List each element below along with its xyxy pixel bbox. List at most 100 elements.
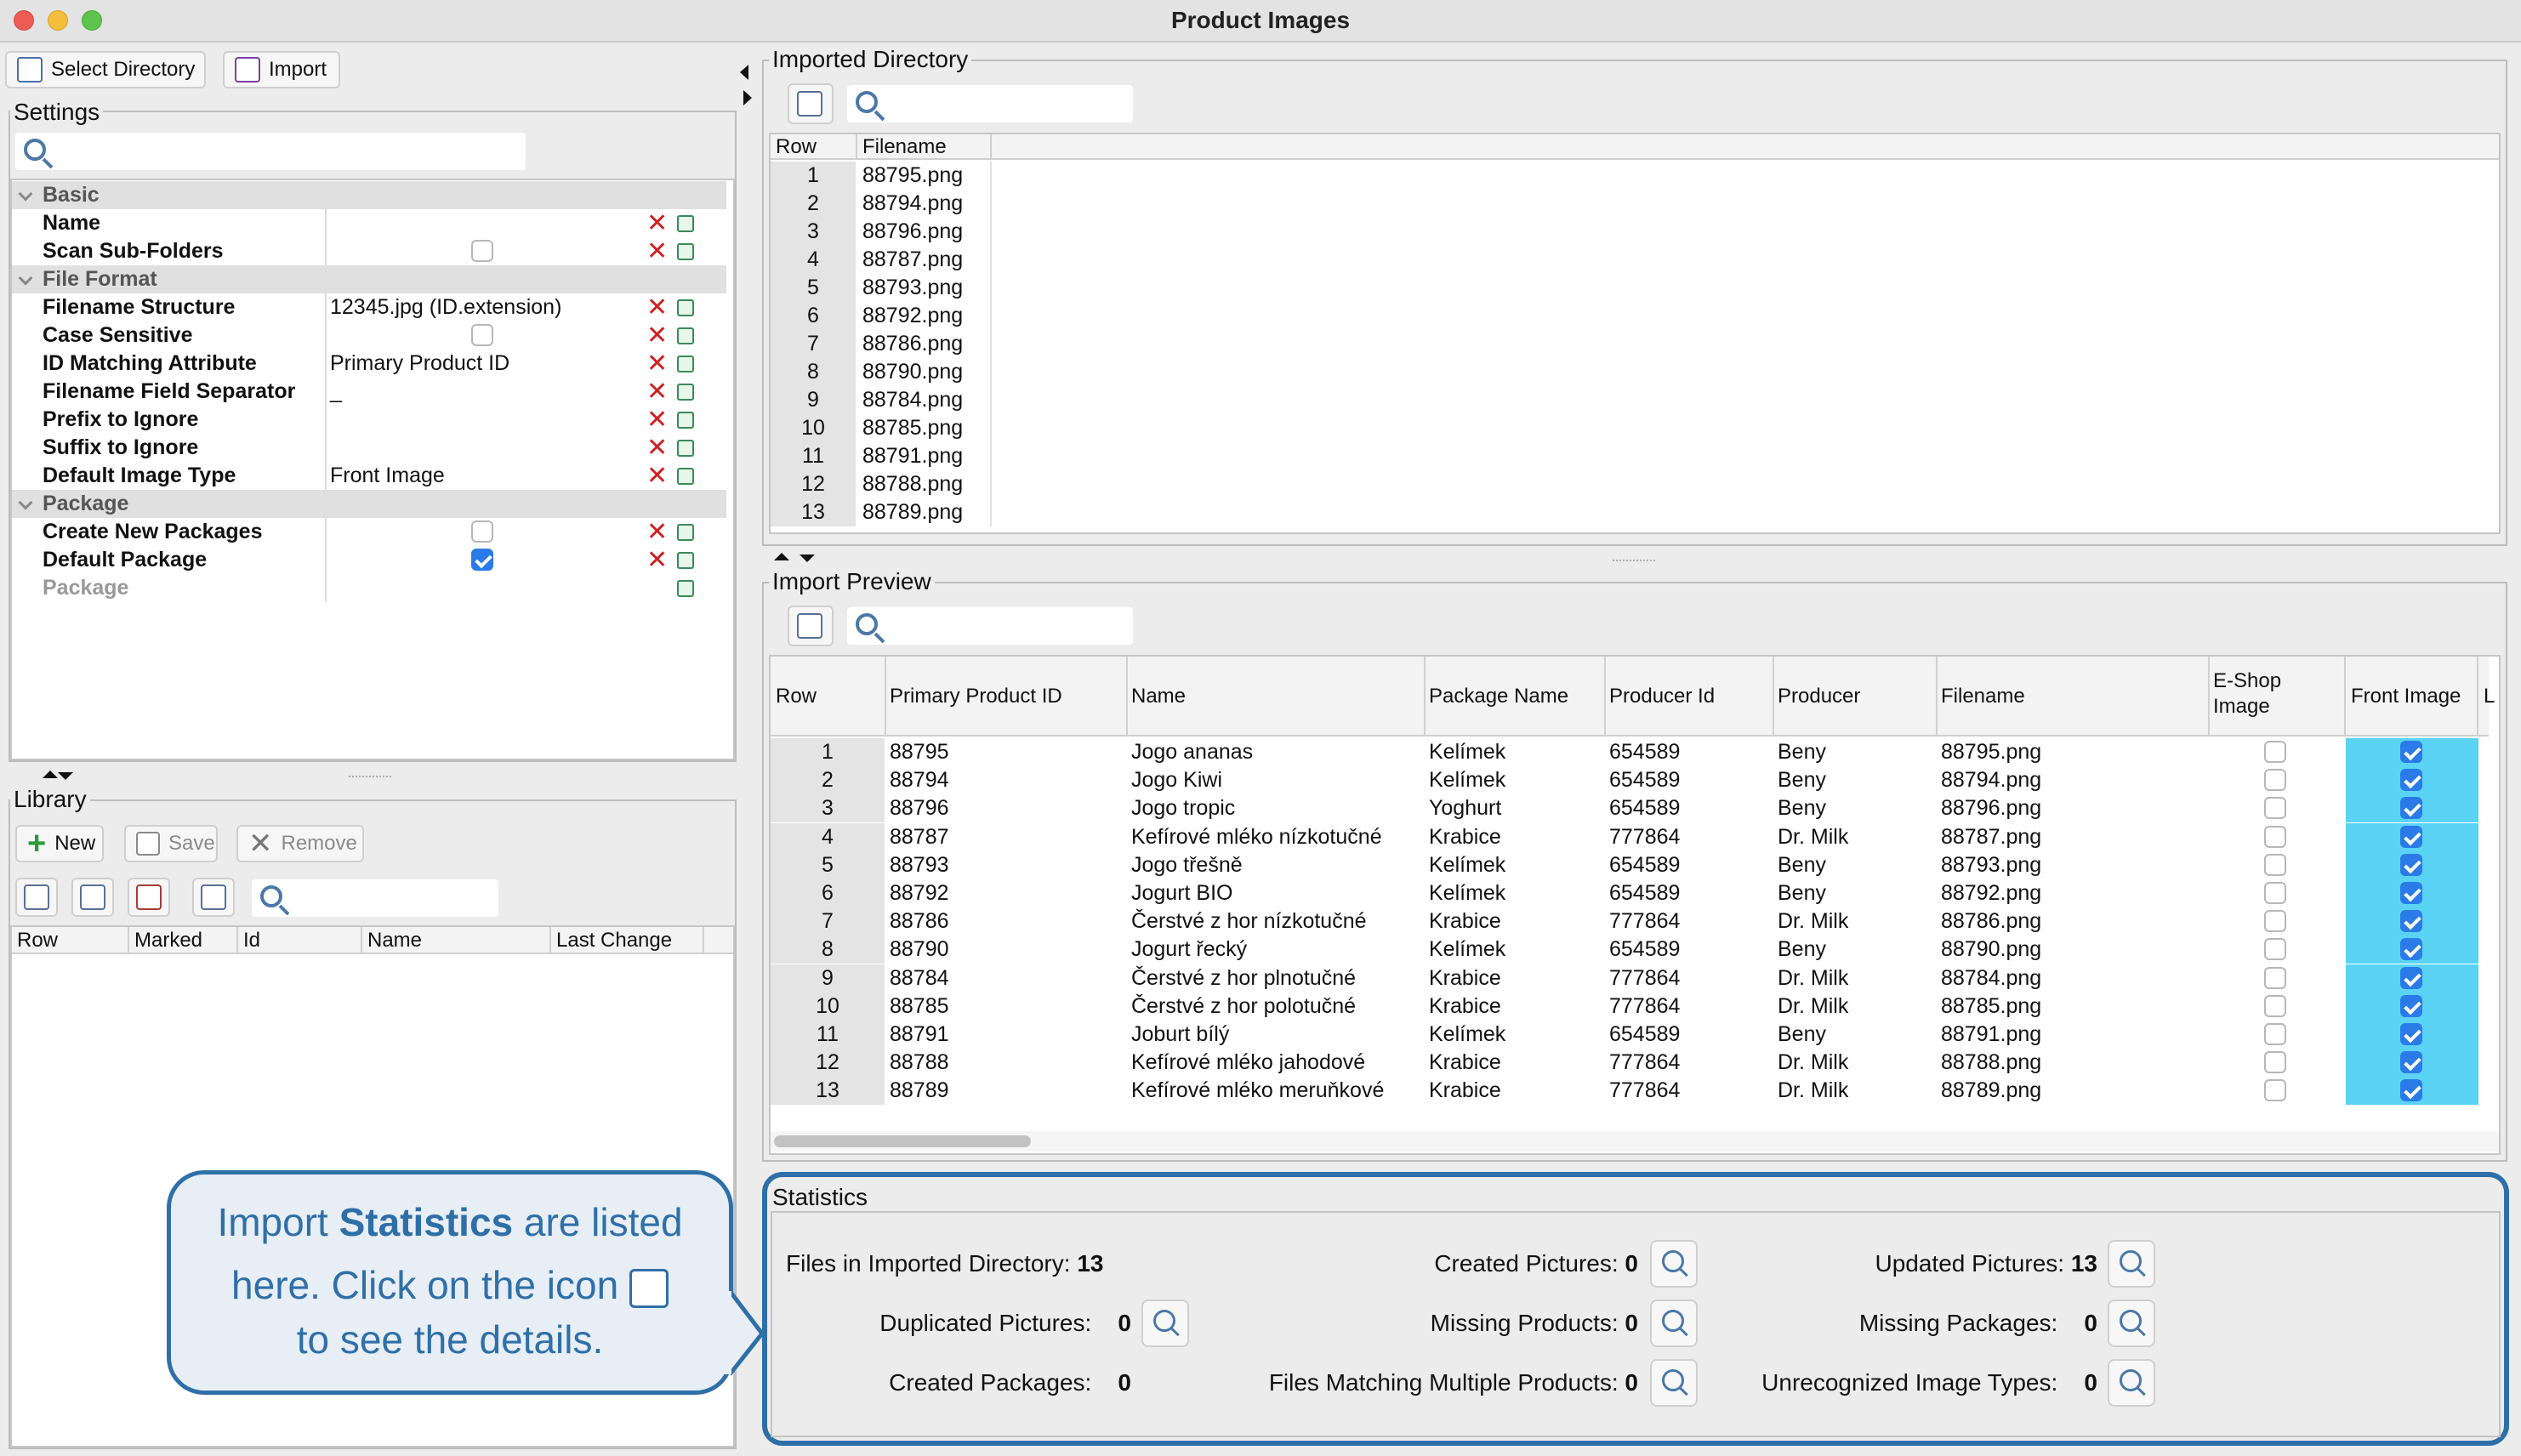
setting-row-default-image-type[interactable]: Default Image Type Front Image xyxy=(12,462,726,490)
eshop-image-checkbox[interactable] xyxy=(2264,966,2286,989)
imported-directory-search-input[interactable] xyxy=(847,85,1133,122)
front-image-checkbox[interactable] xyxy=(2400,1023,2422,1045)
preview-col-e-shop-image[interactable]: E-Shop Image xyxy=(2213,668,2281,719)
table-row[interactable]: 10 88785 Čerstvé z hor polotučné Krabice 777… xyxy=(771,992,2489,1021)
table-row[interactable]: 1 88795 Jogo ananas Kelímek 654589 Beny 88795.… xyxy=(771,738,2489,766)
column-divider[interactable] xyxy=(885,657,886,737)
edit-value-icon[interactable] xyxy=(677,299,694,316)
setting-row-create-new-packages[interactable]: Create New Packages xyxy=(12,518,726,546)
front-image-checkbox[interactable] xyxy=(2400,741,2422,763)
category-basic[interactable]: Basic xyxy=(12,181,726,209)
library-col-row[interactable]: Row xyxy=(17,928,58,953)
setting-row-id-matching-attribute[interactable]: ID Matching Attribute Primary Product ID xyxy=(12,350,726,378)
scan-sub-folders-checkbox[interactable] xyxy=(471,240,493,262)
reset-value-icon[interactable]: ✕ xyxy=(646,464,668,489)
eshop-image-checkbox[interactable] xyxy=(2264,910,2286,933)
expand-up-arrow-icon[interactable] xyxy=(43,771,58,778)
edit-value-icon[interactable] xyxy=(677,412,694,429)
preview-col-l[interactable]: L xyxy=(2484,684,2495,709)
collapse-down-arrow-icon[interactable] xyxy=(58,772,73,780)
created-pictures-details-button[interactable] xyxy=(1650,1240,1698,1288)
table-row[interactable]: 7 88786 Čerstvé z hor nízkotučné Krabice 777… xyxy=(771,907,2489,936)
category-file-format[interactable]: File Format xyxy=(12,265,726,293)
setting-row-suffix-to-ignore[interactable]: Suffix to Ignore xyxy=(12,434,726,462)
column-divider[interactable] xyxy=(2208,657,2210,737)
column-divider[interactable] xyxy=(1126,657,1128,737)
setting-row-default-package[interactable]: Default Package xyxy=(12,546,726,574)
table-row[interactable]: 9 88784.png xyxy=(771,386,2499,414)
eshop-image-checkbox[interactable] xyxy=(2264,1079,2286,1102)
front-image-checkbox[interactable] xyxy=(2400,1079,2422,1102)
table-row[interactable]: 5 88793 Jogo třešně Kelímek 654589 Beny 88793.… xyxy=(771,850,2489,879)
preview-col-name[interactable]: Name xyxy=(1131,684,1186,709)
table-row[interactable]: 13 88789.png xyxy=(771,498,2499,526)
setting-value[interactable]: _ xyxy=(330,378,342,406)
table-row[interactable]: 4 88787 Kefírové mléko nízkotučné Krabice 77… xyxy=(771,822,2489,851)
setting-row-package[interactable]: Package xyxy=(12,574,726,602)
table-row[interactable]: 13 88789 Kefírové mléko meruňkové Krabice 77… xyxy=(771,1077,2489,1106)
settings-search-input[interactable] xyxy=(15,133,526,170)
table-row[interactable]: 2 88794 Jogo Kiwi Kelímek 654589 Beny 88794.pn… xyxy=(771,766,2489,795)
preview-col-producer-id[interactable]: Producer Id xyxy=(1609,684,1715,709)
save-button[interactable]: Save xyxy=(124,825,218,862)
front-image-checkbox[interactable] xyxy=(2400,938,2422,961)
library-col-id[interactable]: Id xyxy=(243,928,260,953)
preview-col-primary-product-id[interactable]: Primary Product ID xyxy=(890,684,1062,709)
table-row[interactable]: 7 88786.png xyxy=(771,330,2499,358)
edit-value-icon[interactable] xyxy=(677,468,694,485)
reset-value-icon[interactable]: ✕ xyxy=(646,379,668,405)
mark-all-button[interactable] xyxy=(15,878,58,917)
table-row[interactable]: 11 88791.png xyxy=(771,442,2499,470)
table-row[interactable]: 6 88792.png xyxy=(771,302,2499,330)
table-row[interactable]: 12 88788.png xyxy=(771,470,2499,498)
splitter-handle[interactable] xyxy=(1613,560,1655,563)
reset-value-icon[interactable]: ✕ xyxy=(646,211,668,236)
edit-value-icon[interactable] xyxy=(677,384,694,401)
collapse-down-arrow-icon[interactable] xyxy=(800,555,815,562)
setting-value[interactable]: Primary Product ID xyxy=(330,350,509,378)
edit-value-icon[interactable] xyxy=(677,355,694,373)
front-image-checkbox[interactable] xyxy=(2400,910,2422,933)
table-row[interactable]: 3 88796.png xyxy=(771,218,2499,246)
eshop-image-checkbox[interactable] xyxy=(2264,938,2286,961)
preview-export-button[interactable] xyxy=(788,606,834,646)
reset-value-icon[interactable]: ✕ xyxy=(646,323,668,349)
eshop-image-checkbox[interactable] xyxy=(2264,741,2286,763)
front-image-checkbox[interactable] xyxy=(2400,994,2422,1017)
table-row[interactable]: 3 88796 Jogo tropic Yoghurt 654589 Beny 88796.… xyxy=(771,794,2489,823)
library-search-input[interactable] xyxy=(252,879,498,917)
preview-col-package-name[interactable]: Package Name xyxy=(1429,684,1568,709)
front-image-checkbox[interactable] xyxy=(2400,825,2422,848)
setting-row-case-sensitive[interactable]: Case Sensitive xyxy=(12,321,726,350)
setting-row-name[interactable]: Name xyxy=(12,209,726,237)
eshop-image-checkbox[interactable] xyxy=(2264,1023,2286,1045)
table-row[interactable]: 12 88788 Kefírové mléko jahodové Krabice 777… xyxy=(771,1049,2489,1078)
setting-row-scan-sub-folders[interactable]: Scan Sub-Folders xyxy=(12,237,726,265)
edit-value-icon[interactable] xyxy=(677,580,694,597)
select-directory-button[interactable]: Select Directory xyxy=(5,51,206,88)
eshop-image-checkbox[interactable] xyxy=(2264,853,2286,876)
table-row[interactable]: 9 88784 Čerstvé z hor plnotučné Krabice 7778… xyxy=(771,964,2489,992)
table-row[interactable]: 11 88791 Joburt bílý Kelímek 654589 Beny 88791… xyxy=(771,1021,2489,1049)
new-button[interactable]: + New xyxy=(15,825,104,862)
expand-up-arrow-icon[interactable] xyxy=(774,553,789,560)
front-image-checkbox[interactable] xyxy=(2400,853,2422,876)
table-row[interactable]: 5 88793.png xyxy=(771,274,2499,302)
column-divider[interactable] xyxy=(1773,657,1774,737)
setting-row-filename-structure[interactable]: Filename Structure 12345.jpg (ID.extensio… xyxy=(12,293,726,321)
reset-value-icon[interactable]: ✕ xyxy=(646,351,668,377)
preview-col-producer[interactable]: Producer xyxy=(1778,684,1860,709)
edit-value-icon[interactable] xyxy=(677,243,694,260)
column-divider[interactable] xyxy=(1604,657,1606,737)
reset-value-icon[interactable]: ✕ xyxy=(646,239,668,264)
unrecognized-image-types-details-button[interactable] xyxy=(2108,1359,2155,1407)
reset-value-icon[interactable]: ✕ xyxy=(646,407,668,433)
create-new-packages-checkbox[interactable] xyxy=(471,520,493,543)
import-preview-search-input[interactable] xyxy=(847,607,1133,645)
library-col-marked[interactable]: Marked xyxy=(134,928,202,953)
imported-col-filename[interactable]: Filename xyxy=(862,134,947,160)
setting-row-filename-field-separator[interactable]: Filename Field Separator _ xyxy=(12,378,726,406)
edit-value-icon[interactable] xyxy=(677,440,694,457)
setting-value[interactable]: Front Image xyxy=(330,462,445,490)
edit-value-icon[interactable] xyxy=(677,552,694,569)
